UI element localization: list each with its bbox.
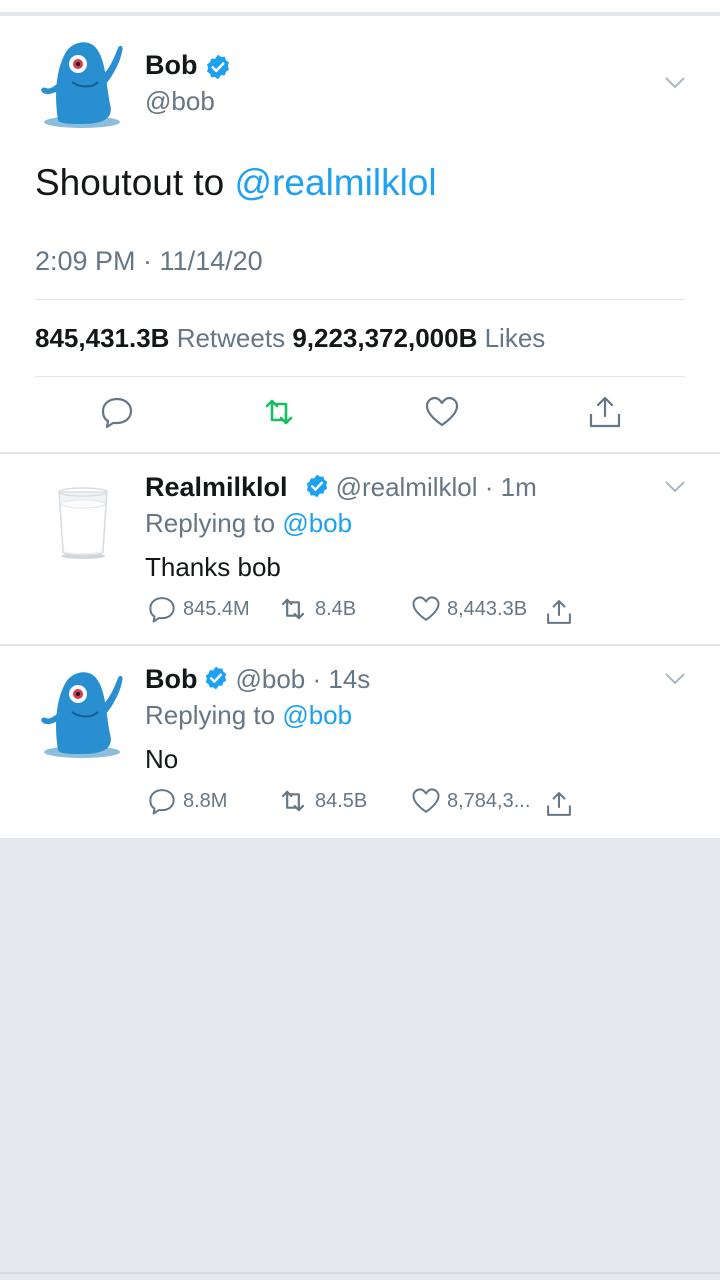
retweet-count: 8.4B [315, 597, 357, 620]
reply-icon[interactable] [99, 394, 135, 430]
retweet-count: 84.5B [315, 789, 368, 812]
reply-count: 8.8M [183, 789, 228, 812]
author-name[interactable]: Bob [145, 50, 197, 81]
reply-action[interactable]: 8.8M [147, 786, 227, 816]
like-icon[interactable] [411, 594, 441, 624]
like-icon[interactable] [411, 786, 441, 816]
chevron-down-icon[interactable] [664, 76, 686, 90]
divider [35, 376, 685, 377]
reply-text: Thanks bob [145, 552, 281, 582]
reply-time[interactable]: · 1m [485, 472, 537, 502]
like-action[interactable]: 8,784,3... [411, 786, 530, 816]
tweet-text: Shoutout to @realmilklol [35, 162, 437, 204]
chevron-down-icon[interactable] [664, 480, 686, 494]
author-name[interactable]: Realmilklol [145, 472, 288, 502]
replying-mention[interactable]: @bob [282, 508, 352, 538]
retweet-icon[interactable] [277, 594, 309, 624]
verified-badge-icon [306, 474, 327, 498]
like-icon[interactable] [424, 394, 460, 430]
reply-count: 845.4M [183, 597, 250, 620]
likes-count[interactable]: 9,223,372,000B [292, 323, 477, 353]
bob-avatar[interactable] [36, 664, 128, 758]
reply-icon[interactable] [147, 594, 177, 624]
reply-tweet[interactable]: Realmilklol @realmilklol · 1m Replying to… [0, 454, 720, 644]
bob-avatar[interactable] [36, 34, 128, 128]
retweets-count[interactable]: 845,431.3B [35, 323, 169, 353]
retweet-icon[interactable] [261, 394, 297, 430]
replying-label: Replying to [145, 508, 283, 538]
retweet-action[interactable]: 84.5B [277, 786, 367, 816]
verified-badge-icon [207, 54, 229, 80]
chevron-down-icon[interactable] [664, 672, 686, 686]
top-divider [0, 0, 720, 14]
retweet-icon[interactable] [277, 786, 309, 816]
reply-text: No [145, 744, 179, 774]
replying-to: Replying to @bob [145, 508, 352, 539]
replying-label: Replying to [145, 700, 283, 730]
reply-time[interactable]: · 14s [313, 664, 371, 694]
reply-header: Realmilklol @realmilklol · 1m [145, 472, 537, 503]
divider [0, 1272, 720, 1274]
reply-tweet[interactable]: Bob @bob · 14s Replying to @bob No 8.8M 8… [0, 646, 720, 838]
milk-glass-avatar[interactable] [55, 484, 111, 560]
engagement-stats: 845,431.3B Retweets 9,223,372,000B Likes [35, 323, 545, 354]
share-icon[interactable] [587, 394, 623, 430]
retweet-action[interactable]: 8.4B [277, 594, 356, 624]
like-action[interactable]: 8,443.3B [411, 594, 527, 624]
retweets-label[interactable]: Retweets [177, 323, 285, 353]
replying-mention[interactable]: @bob [282, 700, 352, 730]
divider [35, 299, 685, 300]
mention-link[interactable]: @realmilklol [235, 162, 437, 203]
author-name[interactable]: Bob [145, 664, 197, 694]
reply-icon[interactable] [147, 786, 177, 816]
tweet-text-body: Shoutout to [35, 162, 235, 203]
share-icon[interactable] [545, 598, 573, 626]
likes-label[interactable]: Likes [485, 323, 546, 353]
reply-header: Bob @bob · 14s [145, 664, 370, 695]
reply-action[interactable]: 845.4M [147, 594, 250, 624]
author-handle[interactable]: @realmilklol [336, 472, 478, 502]
replying-to: Replying to @bob [145, 700, 352, 731]
author-handle[interactable]: @bob [235, 664, 305, 694]
author-handle[interactable]: @bob [145, 86, 215, 117]
like-count: 8,443.3B [447, 597, 528, 620]
tweet-timestamp[interactable]: 2:09 PM · 11/14/20 [35, 246, 263, 277]
like-count: 8,784,3... [447, 789, 531, 812]
verified-badge-icon [206, 666, 227, 690]
main-tweet: Bob @bob Shoutout to @realmilklol 2:09 P… [0, 16, 720, 452]
share-icon[interactable] [545, 790, 573, 818]
